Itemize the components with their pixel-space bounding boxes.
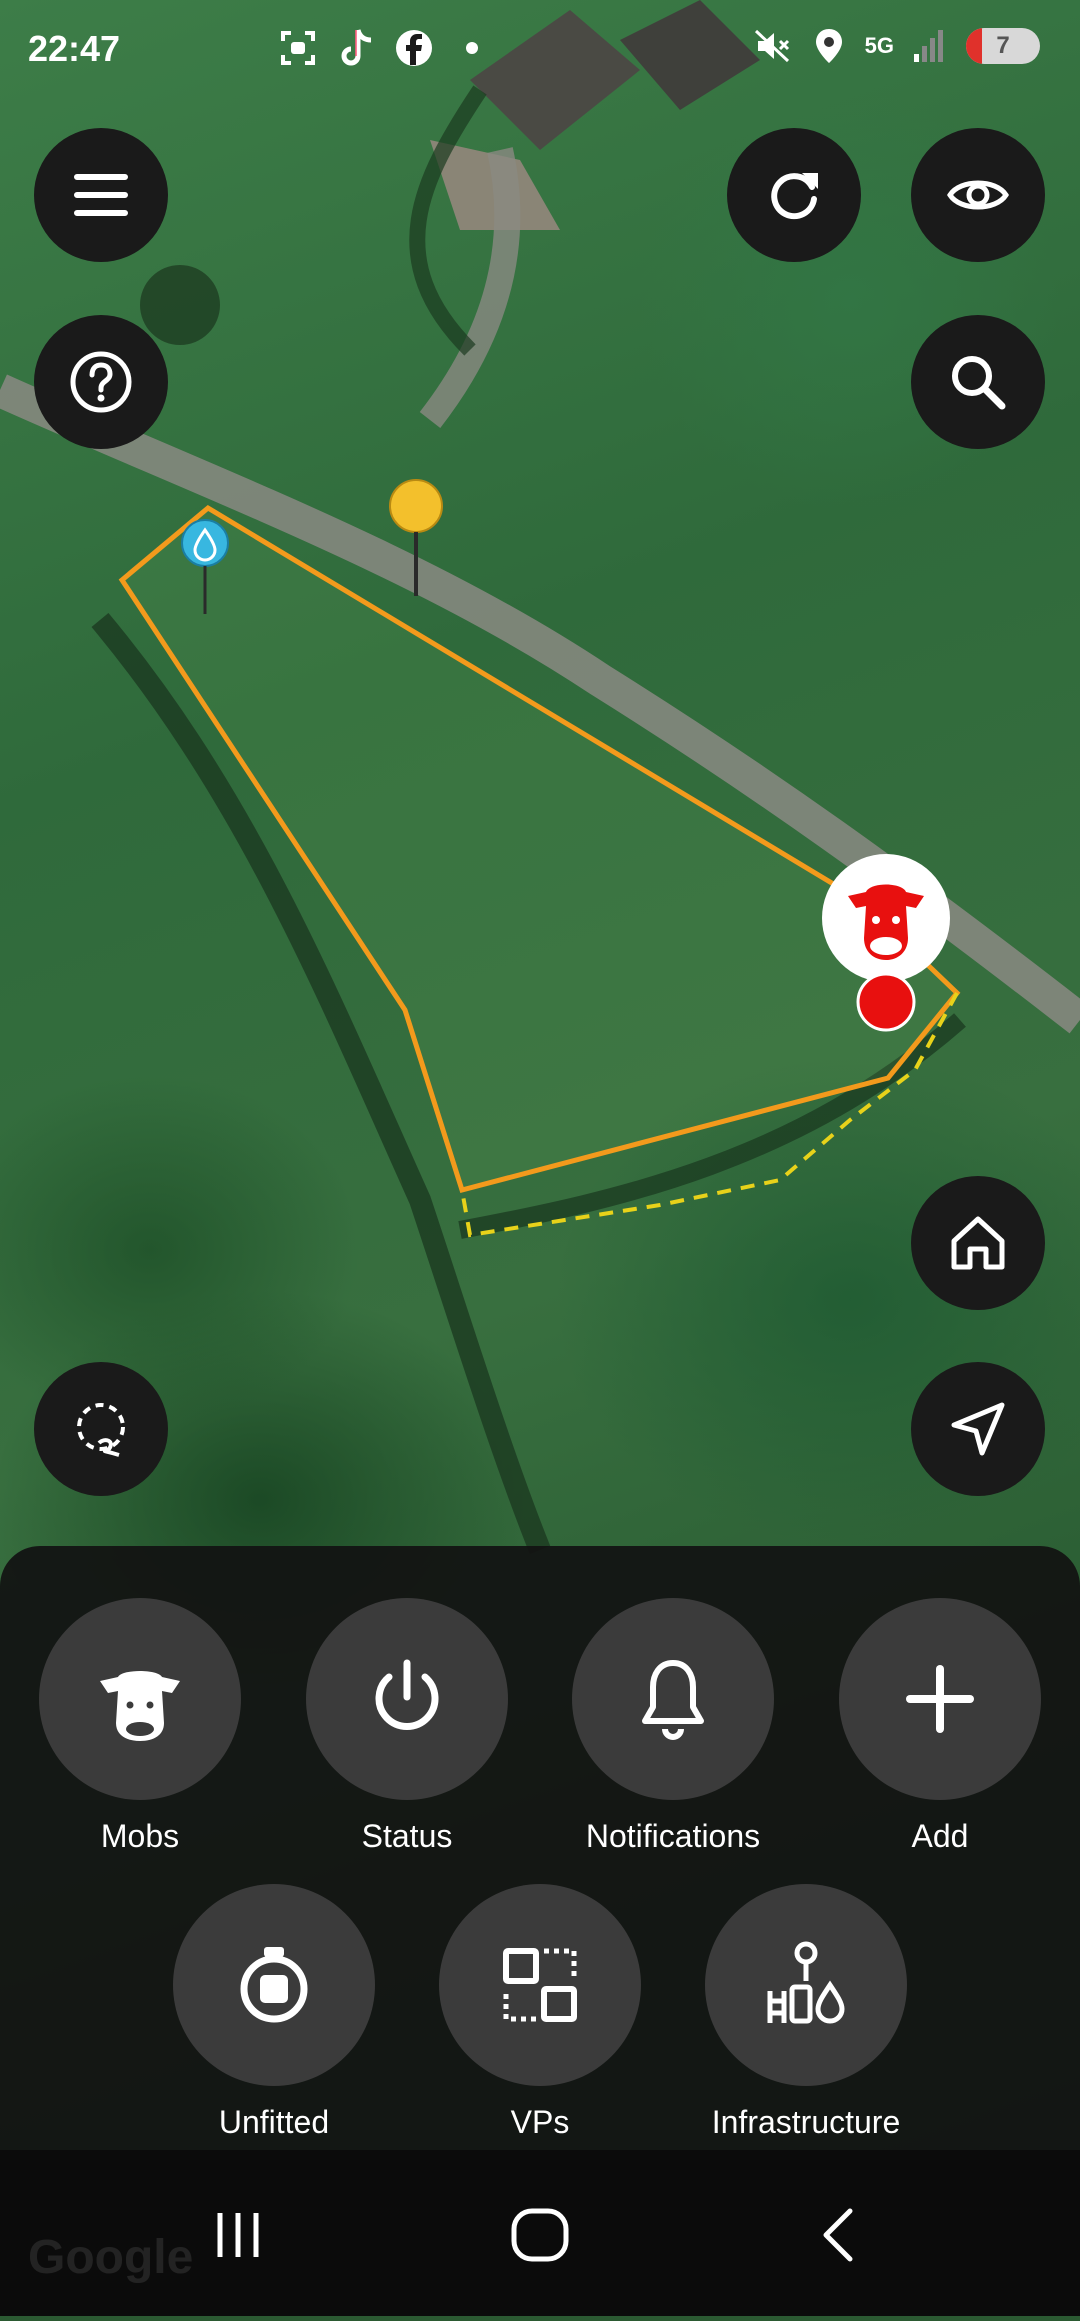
mobs-label: Mobs bbox=[100, 1818, 180, 1854]
tree bbox=[140, 265, 220, 345]
visibility-button[interactable] bbox=[911, 128, 1045, 262]
home-nav-button[interactable] bbox=[490, 2190, 590, 2280]
locate-button[interactable] bbox=[911, 1362, 1045, 1496]
mute-icon bbox=[753, 26, 793, 66]
help-button[interactable] bbox=[34, 315, 168, 449]
lasso-select-icon bbox=[77, 1403, 125, 1457]
tiktok-icon bbox=[336, 28, 376, 68]
infrastructure-label: Infrastructure bbox=[711, 2104, 901, 2140]
network-label: 5G bbox=[864, 33, 894, 58]
home-button[interactable] bbox=[911, 1176, 1045, 1310]
status-button[interactable] bbox=[306, 1598, 508, 1800]
bell-icon bbox=[642, 1660, 704, 1740]
power-icon bbox=[375, 1659, 439, 1730]
refresh-icon bbox=[771, 173, 818, 220]
unfitted-action[interactable]: Unfitted bbox=[169, 1884, 379, 2141]
mobs-action[interactable]: Mobs bbox=[35, 1598, 245, 1855]
map-attribution: Google bbox=[28, 2231, 194, 2284]
home-icon bbox=[951, 1216, 1005, 1270]
infrastructure-action[interactable]: Infrastructure bbox=[701, 1884, 911, 2141]
vps-button[interactable] bbox=[439, 1884, 641, 2086]
search-button[interactable] bbox=[911, 315, 1045, 449]
back-icon bbox=[823, 2208, 853, 2262]
add-action[interactable]: Add bbox=[835, 1598, 1045, 1855]
navigate-icon bbox=[951, 1402, 1005, 1456]
status-bar: 22:47 5G 7 bbox=[0, 0, 1080, 110]
cow-icon bbox=[100, 1671, 180, 1741]
status-time: 22:47 bbox=[28, 28, 121, 69]
yellow-pin[interactable] bbox=[388, 478, 444, 598]
collar-icon bbox=[240, 1947, 308, 2023]
infrastructure-button[interactable] bbox=[705, 1884, 907, 2086]
lasso-button[interactable] bbox=[34, 1362, 168, 1496]
battery-icon: 7 bbox=[966, 28, 1040, 64]
notification-icons bbox=[278, 28, 492, 68]
eye-icon bbox=[947, 180, 1009, 210]
vps-label: VPs bbox=[510, 2104, 570, 2140]
menu-icon bbox=[74, 174, 128, 216]
add-button[interactable] bbox=[839, 1598, 1041, 1800]
infrastructure-icon bbox=[767, 1941, 845, 2024]
water-pin[interactable] bbox=[180, 518, 230, 618]
help-icon bbox=[70, 351, 132, 413]
action-sheet: Mobs Status Notifications Add Unfitted V… bbox=[0, 1546, 1080, 2150]
unfitted-button[interactable] bbox=[173, 1884, 375, 2086]
dot-icon bbox=[452, 28, 492, 68]
location-icon bbox=[809, 26, 849, 66]
menu-button[interactable] bbox=[34, 128, 168, 262]
status-label: Status bbox=[361, 1818, 453, 1854]
vps-action[interactable]: VPs bbox=[435, 1884, 645, 2141]
virtual-paddock-icon bbox=[503, 1948, 577, 2022]
notifications-label: Notifications bbox=[585, 1818, 761, 1854]
mobs-button[interactable] bbox=[39, 1598, 241, 1800]
home-nav-icon bbox=[511, 2208, 569, 2262]
add-label: Add bbox=[911, 1818, 969, 1854]
status-action[interactable]: Status bbox=[302, 1598, 512, 1855]
unfitted-label: Unfitted bbox=[218, 2104, 330, 2140]
recent-apps-button[interactable] bbox=[188, 2190, 288, 2280]
signal-icon bbox=[910, 26, 950, 66]
facebook-icon bbox=[394, 28, 434, 68]
recent-apps-icon bbox=[217, 2213, 259, 2257]
screenshot-icon bbox=[278, 28, 318, 68]
notifications-button[interactable] bbox=[572, 1598, 774, 1800]
notifications-action[interactable]: Notifications bbox=[568, 1598, 778, 1855]
system-icons: 5G 7 bbox=[753, 26, 1040, 66]
search-icon bbox=[952, 356, 1006, 410]
plus-icon bbox=[906, 1665, 974, 1733]
back-button[interactable] bbox=[790, 2190, 890, 2280]
refresh-button[interactable] bbox=[727, 128, 861, 262]
mob-marker[interactable] bbox=[818, 852, 954, 1032]
